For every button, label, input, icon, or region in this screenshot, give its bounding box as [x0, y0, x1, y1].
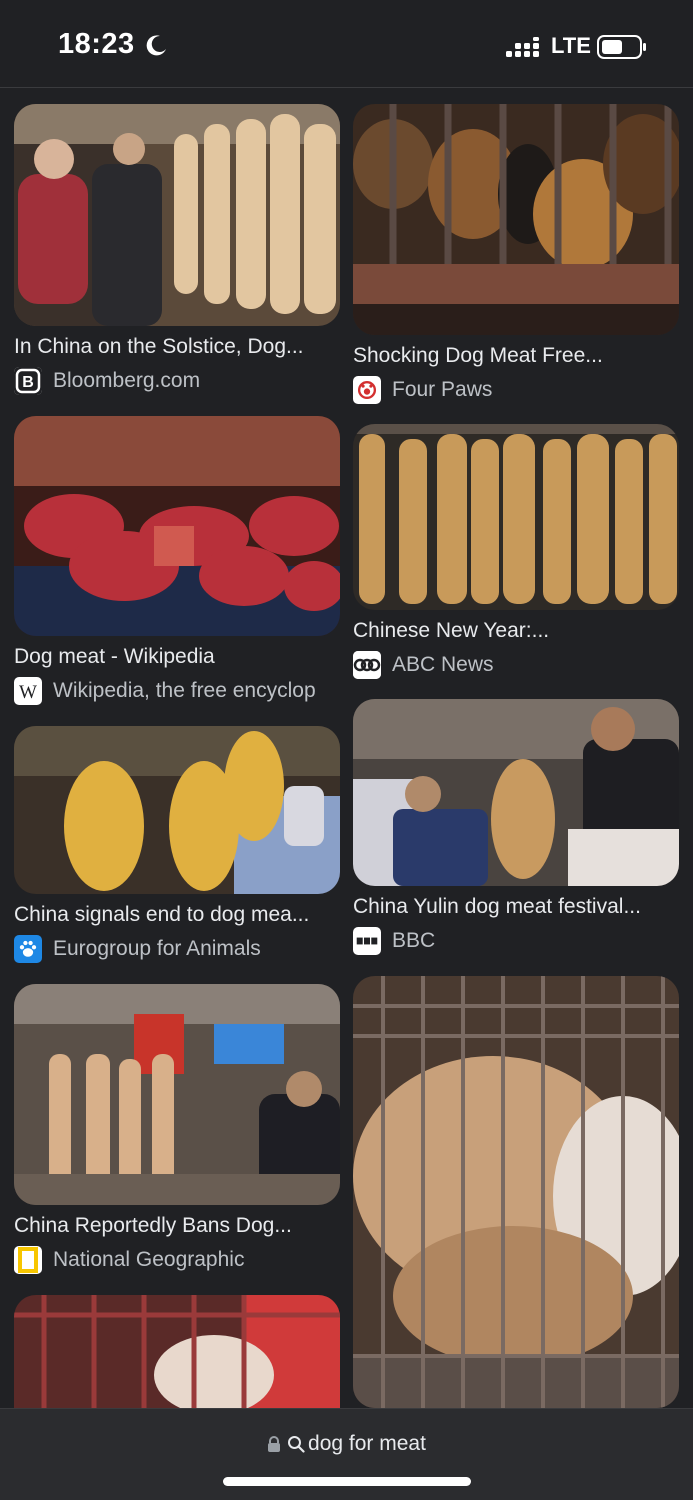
- image-result-card[interactable]: China signals end to dog mea... Eurogrou…: [14, 726, 340, 963]
- result-title[interactable]: China Reportedly Bans Dog...: [14, 1212, 340, 1240]
- result-source: BBC: [392, 929, 436, 952]
- result-source-row[interactable]: ABC News: [353, 651, 679, 679]
- image-result-card[interactable]: [353, 976, 679, 1408]
- result-thumbnail[interactable]: [353, 976, 679, 1408]
- bbc-logo-icon: [353, 927, 381, 955]
- signal-icon: [506, 37, 539, 57]
- result-source: National Geographic: [53, 1248, 245, 1271]
- network-label: LTE: [551, 33, 591, 58]
- search-icon: [288, 1436, 305, 1453]
- result-title[interactable]: China signals end to dog mea...: [14, 901, 340, 929]
- home-indicator[interactable]: [223, 1477, 471, 1486]
- result-thumbnail[interactable]: [353, 104, 679, 335]
- result-source-row[interactable]: B Bloomberg.com: [14, 367, 340, 395]
- image-result-card[interactable]: Chinese New Year:... ABC News: [353, 424, 679, 679]
- status-time: 18:23: [58, 28, 135, 60]
- result-title[interactable]: In China on the Solstice, Dog...: [14, 333, 340, 361]
- image-result-card[interactable]: China Yulin dog meat festival... BBC: [353, 699, 679, 955]
- status-bar: 18:23 LTE: [0, 0, 693, 88]
- moon-icon: [146, 35, 166, 56]
- result-title[interactable]: Shocking Dog Meat Free...: [353, 342, 679, 370]
- result-thumbnail[interactable]: [353, 699, 679, 886]
- svg-text:W: W: [19, 682, 37, 703]
- image-result-card[interactable]: China Reportedly Bans Dog... National Ge…: [14, 984, 340, 1274]
- result-source-row[interactable]: W Wikipedia, the free encyclop: [14, 677, 340, 705]
- result-title[interactable]: Chinese New Year:...: [353, 617, 679, 645]
- image-result-card[interactable]: Shocking Dog Meat Free... Four Paws: [353, 104, 679, 404]
- result-source-row[interactable]: Four Paws: [353, 376, 679, 404]
- result-thumbnail[interactable]: [353, 424, 679, 610]
- battery-icon: [597, 35, 646, 59]
- image-result-card[interactable]: Dog meat - Wikipedia W Wikipedia, the fr…: [14, 416, 340, 705]
- svg-text:B: B: [22, 374, 34, 391]
- paw-print-icon: [14, 935, 42, 963]
- result-thumbnail[interactable]: [14, 726, 340, 894]
- result-thumbnail[interactable]: [14, 984, 340, 1205]
- search-query[interactable]: dog for meat: [308, 1432, 426, 1456]
- wikipedia-logo-icon: W: [14, 677, 42, 705]
- result-thumbnail[interactable]: [14, 416, 340, 636]
- result-source-row[interactable]: National Geographic: [14, 1246, 340, 1274]
- image-result-card[interactable]: In China on the Solstice, Dog... B Bloom…: [14, 104, 340, 395]
- result-source: ABC News: [392, 653, 494, 676]
- natgeo-logo-icon: [14, 1246, 42, 1274]
- image-results-grid: In China on the Solstice, Dog... B Bloom…: [0, 88, 693, 1408]
- image-result-card[interactable]: [14, 1295, 340, 1408]
- result-title[interactable]: Dog meat - Wikipedia: [14, 643, 340, 671]
- result-source-row[interactable]: BBC: [353, 927, 679, 955]
- result-source: Bloomberg.com: [53, 369, 201, 392]
- result-source: Eurogroup for Animals: [53, 937, 261, 960]
- lock-icon: [268, 1436, 281, 1452]
- result-source: Wikipedia, the free encyclop: [53, 679, 316, 702]
- result-source: Four Paws: [392, 378, 493, 401]
- result-thumbnail[interactable]: [14, 104, 340, 326]
- url-field[interactable]: dog for meat: [0, 1429, 693, 1459]
- abc-news-logo-icon: [353, 651, 381, 679]
- result-title[interactable]: China Yulin dog meat festival...: [353, 893, 679, 921]
- four-paws-logo-icon: [353, 376, 381, 404]
- result-thumbnail[interactable]: [14, 1295, 340, 1408]
- result-source-row[interactable]: Eurogroup for Animals: [14, 935, 340, 963]
- bloomberg-logo-icon: B: [14, 367, 42, 395]
- address-bar[interactable]: dog for meat: [0, 1408, 693, 1500]
